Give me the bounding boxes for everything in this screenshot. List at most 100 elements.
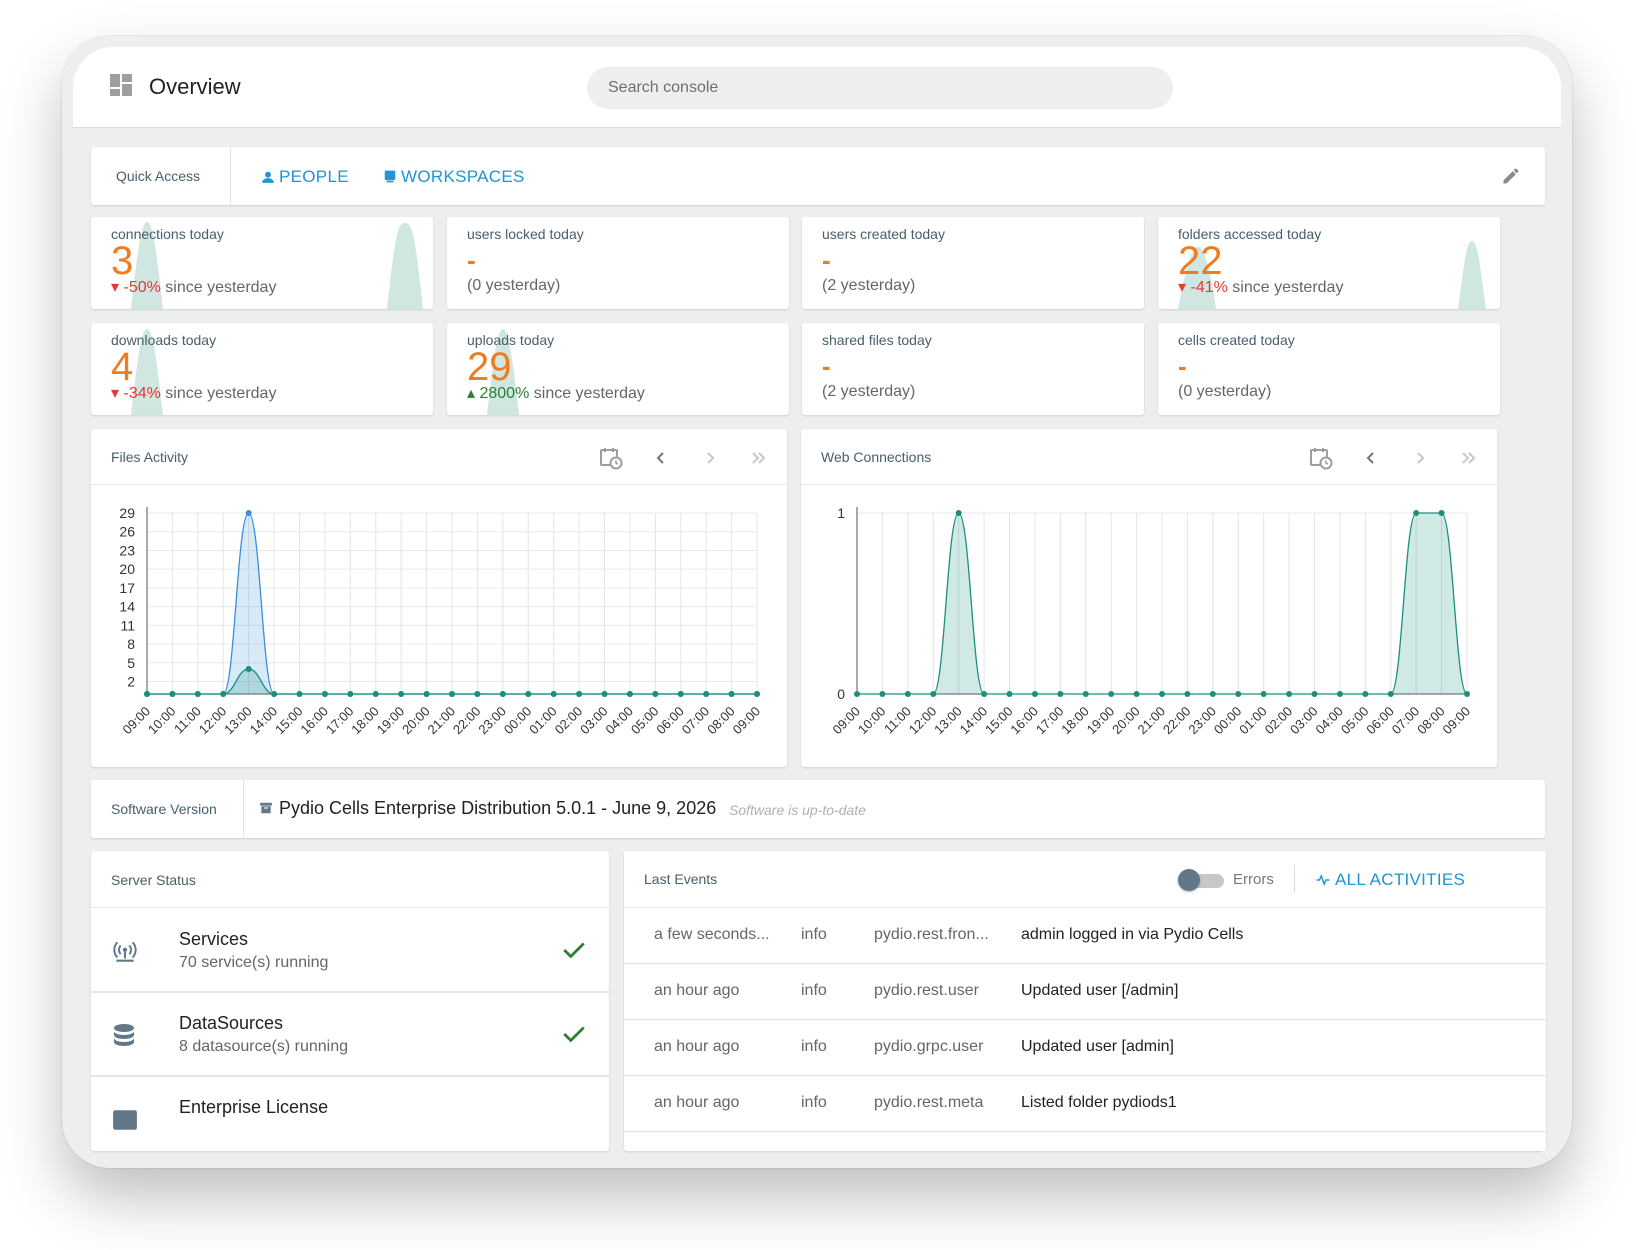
data-point [754, 691, 760, 697]
x-tick-label: 13:00 [221, 704, 255, 738]
data-point [423, 691, 430, 697]
x-tick-label: 13:00 [931, 704, 965, 738]
chevron-right-icon[interactable] [1408, 446, 1432, 470]
data-point [474, 691, 481, 697]
server-status-title: Server Status [91, 851, 609, 908]
data-point [576, 691, 583, 697]
all-activities-button[interactable]: ALL ACTIVITIES [1316, 870, 1465, 890]
chevron-right-icon[interactable] [698, 446, 722, 470]
x-tick-label: 16:00 [297, 704, 331, 738]
status-sub: 8 datasource(s) running [179, 1038, 348, 1055]
x-tick-label: 14:00 [957, 704, 991, 738]
data-point [981, 691, 988, 697]
data-point [220, 691, 227, 697]
x-tick-label: 16:00 [1007, 704, 1041, 738]
event-time: a few seconds... [654, 926, 770, 943]
edit-pencil-icon[interactable] [1501, 166, 1521, 186]
people-button[interactable]: PEOPLE [261, 167, 349, 187]
event-source: pydio.rest.user [874, 982, 979, 999]
y-tick-label: 11 [120, 617, 135, 633]
delta-percent: -41% [1190, 279, 1228, 296]
x-tick-label: 17:00 [1033, 704, 1067, 738]
status-title: DataSources [179, 1013, 284, 1033]
calendar-clock-icon[interactable] [599, 446, 623, 470]
x-tick-label: 21:00 [425, 704, 459, 738]
files-activity-chart: 2581114172023262909:0010:0011:0012:0013:… [119, 505, 763, 738]
data-point [372, 691, 379, 697]
data-point [652, 691, 659, 697]
x-tick-label: 21:00 [1135, 704, 1169, 738]
x-tick-label: 12:00 [906, 704, 940, 738]
data-point [1438, 510, 1445, 516]
license-icon [113, 1110, 137, 1130]
x-tick-label: 14:00 [247, 704, 281, 738]
x-tick-label: 20:00 [1109, 704, 1143, 738]
last-events-card: Last Events Errors ALL ACTIVITIES a few … [624, 851, 1546, 1151]
version-text: Pydio Cells Enterprise Distribution 5.0.… [259, 798, 716, 819]
chevron-double-right-icon[interactable] [747, 446, 771, 470]
stat-sub: (0 yesterday) [467, 277, 561, 294]
data-point [169, 691, 176, 697]
event-row[interactable]: an hour ago info pydio.grpc.user Updated… [624, 1020, 1546, 1076]
y-tick-label: 1 [837, 505, 845, 521]
event-level: info [801, 1094, 827, 1111]
event-source: pydio.grpc.user [874, 1038, 984, 1055]
event-source: pydio.rest.meta [874, 1094, 984, 1111]
errors-toggle[interactable] [1178, 868, 1224, 891]
top-bar: Overview [73, 47, 1561, 128]
y-tick-label: 29 [119, 505, 135, 521]
x-tick-label: 10:00 [855, 704, 889, 738]
stat-sub: (2 yesterday) [822, 277, 916, 294]
y-tick-label: 23 [119, 542, 135, 558]
x-tick-label: 06:00 [653, 704, 687, 738]
stat-card-users-locked: users locked today - (0 yesterday) [447, 217, 789, 309]
data-point [525, 691, 532, 697]
data-point [1031, 691, 1038, 697]
checkmark-icon [563, 1026, 585, 1043]
x-tick-label: 07:00 [679, 704, 713, 738]
data-point [728, 691, 735, 697]
trend-up-icon: ▴ [467, 385, 480, 402]
all-activities-label: ALL ACTIVITIES [1335, 870, 1466, 889]
status-title: Enterprise License [179, 1097, 329, 1117]
x-tick-label: 08:00 [704, 704, 738, 738]
data-point [245, 510, 252, 516]
errors-label: Errors [1233, 871, 1274, 888]
calendar-clock-icon[interactable] [1309, 446, 1333, 470]
chevron-left-icon[interactable] [1359, 446, 1383, 470]
stat-title: shared files today [822, 332, 932, 348]
event-row[interactable]: an hour ago info pydio.rest.user Updated… [624, 964, 1546, 1020]
version-status: Software is up-to-date [729, 802, 866, 818]
stat-title: users locked today [467, 226, 584, 242]
status-sub: 70 service(s) running [179, 954, 329, 971]
search-input[interactable] [587, 67, 1173, 109]
software-version-label: Software Version [91, 780, 244, 838]
event-message: admin logged in via Pydio Cells [1021, 926, 1244, 943]
data-point [854, 691, 860, 697]
x-tick-label: 03:00 [1287, 704, 1321, 738]
status-row-license: Enterprise License [91, 1077, 609, 1151]
person-icon [262, 171, 274, 183]
stat-delta: ▾ -41% since yesterday [1178, 277, 1343, 297]
data-point [1184, 691, 1191, 697]
data-point [1362, 691, 1369, 697]
delta-text: since yesterday [160, 279, 277, 296]
data-point [1311, 691, 1318, 697]
x-tick-label: 18:00 [348, 704, 382, 738]
data-point [245, 666, 252, 673]
device-frame: Overview Quick Access PEOPLE WORKSPACES … [62, 36, 1572, 1168]
y-tick-label: 8 [127, 636, 135, 652]
data-point [1006, 691, 1013, 697]
data-point [1133, 691, 1140, 697]
chevron-left-icon[interactable] [649, 446, 673, 470]
chevron-double-right-icon[interactable] [1457, 446, 1481, 470]
search-box[interactable] [587, 67, 1173, 109]
y-tick-label: 0 [837, 686, 845, 702]
status-row-datasources: DataSources 8 datasource(s) running [91, 993, 609, 1077]
event-row[interactable]: a few seconds... info pydio.rest.fron...… [624, 908, 1546, 964]
workspaces-button[interactable]: WORKSPACES [383, 167, 525, 187]
event-row[interactable]: an hour ago info pydio.rest.meta Listed … [624, 1076, 1546, 1132]
data-point [1387, 691, 1394, 697]
events-title: Last Events [644, 871, 718, 887]
stat-title: users created today [822, 226, 945, 242]
